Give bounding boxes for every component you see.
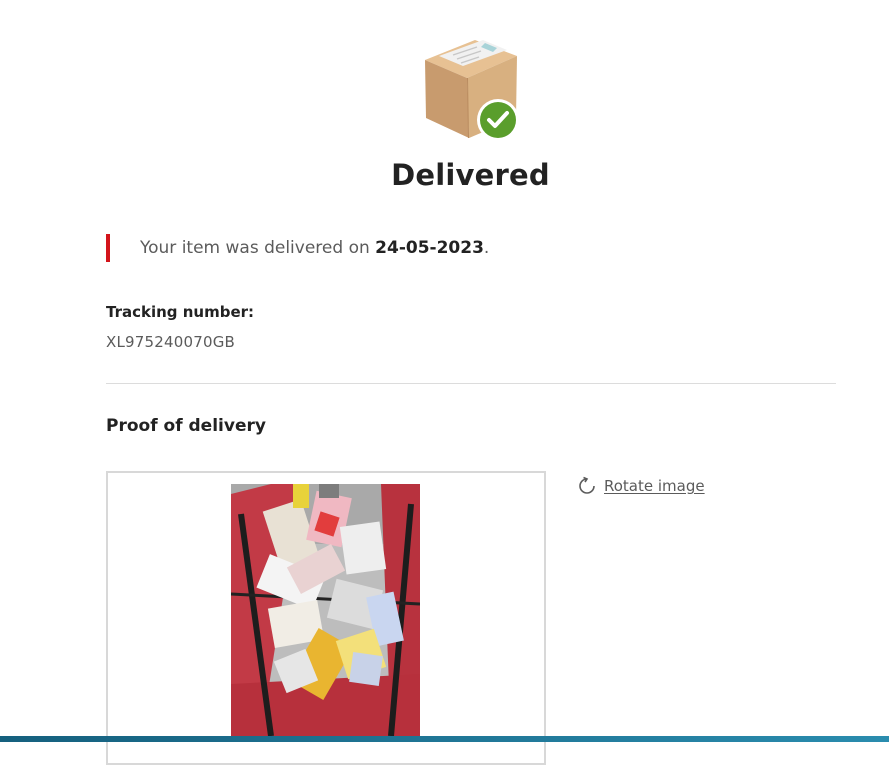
delivered-package-icon: [419, 38, 523, 142]
delivery-message: Your item was delivered on 24-05-2023.: [106, 234, 489, 262]
delivery-message-end: .: [483, 238, 490, 258]
tracking-number-value: XL975240070GB: [106, 333, 236, 351]
tracking-number-label: Tracking number:: [106, 303, 255, 321]
delivery-message-text: Your item was delivered on: [140, 238, 376, 258]
footer-bar: [0, 736, 889, 742]
delivery-photo: [230, 484, 421, 737]
rotate-image-link[interactable]: Rotate image: [577, 476, 705, 496]
delivery-date: 24-05-2023: [375, 238, 484, 258]
proof-of-delivery-title: Proof of delivery: [106, 416, 266, 436]
status-title: Delivered: [391, 158, 550, 192]
divider: [106, 383, 836, 384]
rotate-icon: [579, 476, 595, 494]
rotate-image-label: Rotate image: [604, 477, 705, 495]
proof-image-frame: [106, 471, 546, 765]
